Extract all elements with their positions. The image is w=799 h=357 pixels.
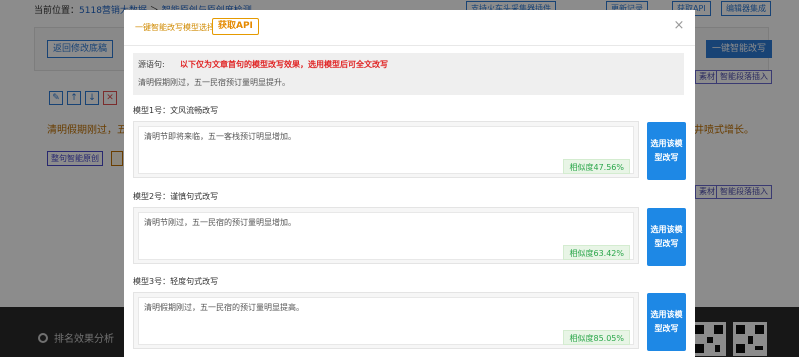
model-2-title: 模型2号：谨慎句式改写 bbox=[133, 192, 219, 201]
model-2-card: 清明节刚过，五一民宿的预订量明显增加。 相似度63.42% bbox=[133, 207, 639, 264]
model-2-output[interactable]: 清明节刚过，五一民宿的预订量明显增加。 bbox=[138, 212, 634, 260]
close-icon[interactable]: × bbox=[673, 19, 685, 32]
source-note: 以下仅为文章首句的模型改写效果，选用模型后可全文改写 bbox=[180, 60, 388, 69]
model-1-title: 模型1号：文风流畅改写 bbox=[133, 106, 219, 115]
model-3-output[interactable]: 清明假期刚过，五一民宿的预订量明显提高。 bbox=[138, 297, 634, 345]
source-sentence-panel: 源语句: 以下仅为文章首句的模型改写效果，选用模型后可全文改写 清明假期刚过，五… bbox=[133, 53, 684, 95]
model-2-similarity: 相似度63.42% bbox=[563, 245, 630, 260]
model-1-select-button[interactable]: 选用该模型改写 bbox=[647, 122, 686, 180]
source-label: 源语句: bbox=[138, 60, 165, 69]
model-1-similarity: 相似度47.56% bbox=[563, 159, 630, 174]
source-text: 清明假期刚过，五一民宿预订量明显提升。 bbox=[138, 78, 290, 87]
dialog-title: 一键智能改写模型选择 bbox=[135, 23, 215, 32]
model-3-title: 模型3号：轻度句式改写 bbox=[133, 277, 219, 286]
get-api-button[interactable]: 获取API bbox=[212, 18, 259, 35]
model-3-card: 清明假期刚过，五一民宿的预订量明显提高。 相似度85.05% bbox=[133, 292, 639, 349]
dialog-header: 一键智能改写模型选择 获取API × bbox=[124, 10, 695, 46]
model-2-select-button[interactable]: 选用该模型改写 bbox=[647, 208, 686, 266]
model-1-card: 清明节即将来临，五一客栈预订明显增加。 相似度47.56% bbox=[133, 121, 639, 178]
model-3-select-button[interactable]: 选用该模型改写 bbox=[647, 293, 686, 351]
model-1-output[interactable]: 清明节即将来临，五一客栈预订明显增加。 bbox=[138, 126, 634, 174]
model-3-similarity: 相似度85.05% bbox=[563, 330, 630, 345]
rewrite-model-dialog: 一键智能改写模型选择 获取API × 源语句: 以下仅为文章首句的模型改写效果，… bbox=[124, 10, 695, 357]
